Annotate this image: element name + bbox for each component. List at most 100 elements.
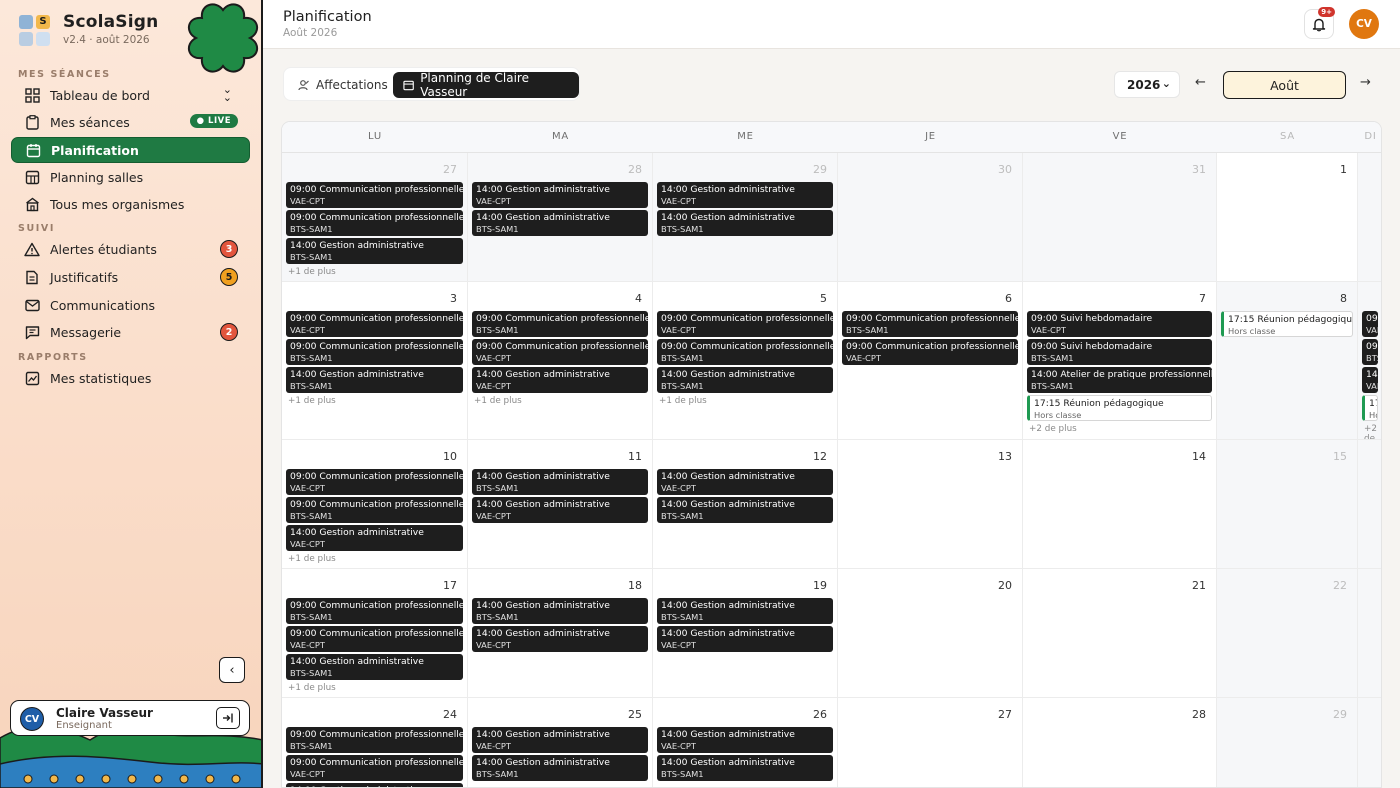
calendar-event[interactable]: 09:00 Communication professionnelle VAE-C… [286, 626, 463, 652]
day-cell[interactable]: 14 [1023, 440, 1217, 569]
day-cell[interactable]: 29 [1217, 698, 1358, 787]
month-button[interactable]: Août [1223, 71, 1346, 99]
calendar-event[interactable]: 14:00 Gestion administrative VAE-CPT [472, 497, 648, 523]
calendar-event[interactable]: 17:15Hors [1362, 395, 1378, 421]
calendar-event[interactable]: 14:00 Gestion administrative VAE-CPT [657, 469, 833, 495]
tab-affectations[interactable]: Affectations [288, 72, 398, 98]
calendar-event[interactable]: 09:00 Communication professionnelle BTS-S… [286, 339, 463, 365]
calendar-event[interactable]: 14:00 Gestion administrativeBTS-SAM1 [286, 238, 463, 264]
calendar-event[interactable]: 14:00 Gestion administrativeBTS-SAM1 [286, 654, 463, 680]
day-cell[interactable]: 1 [1217, 153, 1358, 282]
year-select[interactable]: 2026 ⌄ [1114, 71, 1180, 98]
calendar-event[interactable]: 09:00 Communication professionnelle VAE-C… [657, 311, 833, 337]
day-cell[interactable]: 28 [1023, 698, 1217, 787]
calendar-event[interactable]: 14:00 Gestion administrativeBTS-SAM1 [472, 755, 648, 781]
day-cell[interactable]: 3 09:00 Communication professionnelle VAE-… [282, 282, 468, 440]
day-cell[interactable]: 7 09:00 Suivi hebdomadaire VAE-CPT 09:00 Su… [1023, 282, 1217, 440]
calendar-event[interactable]: 09:00 Communication professionnelle BTS-S… [286, 497, 463, 523]
calendar-event[interactable]: 14:0VAE- [1362, 367, 1378, 393]
day-cell[interactable]: 6 09:00 Communication professionnelle BTS-… [838, 282, 1023, 440]
calendar-event[interactable]: 14:00 Gestion administrativeBTS-SAM1 [286, 783, 463, 787]
day-cell[interactable]: 10 09:00 Communication professionnelle VAE… [282, 440, 468, 569]
day-cell[interactable]: 27 09:00 Communication professionnelle VAE… [282, 153, 468, 282]
day-cell[interactable]: 24 09:00 Communication professionnelle BTS… [282, 698, 468, 787]
calendar-event[interactable]: 14:00 Gestion administrativeBTS-SAM1 [657, 497, 833, 523]
day-cell[interactable] [1358, 153, 1381, 282]
calendar-event[interactable]: 14:00 Gestion administrative VAE-CPT [657, 626, 833, 652]
calendar-event[interactable]: 09:00 Communication professionnelle BTS-S… [472, 311, 648, 337]
sidebar-item-tous-mes-organismes[interactable]: Tous mes organismes [11, 191, 250, 217]
day-cell[interactable]: 28 14:00 Gestion administrative VAE-CPT 14:… [468, 153, 653, 282]
sidebar-item-mes-statistiques[interactable]: Mes statistiques [11, 365, 250, 391]
calendar-event[interactable]: 14:00 Gestion administrative VAE-CPT [472, 367, 648, 393]
calendar-event[interactable]: 14:00 Gestion administrativeBTS-SAM1 [472, 210, 648, 236]
notifications-button[interactable]: 9+ [1304, 7, 1335, 39]
day-cell[interactable]: 5 09:00 Communication professionnelle VAE-… [653, 282, 838, 440]
calendar-event[interactable]: 14:00 Gestion administrative VAE-CPT [472, 626, 648, 652]
day-cell[interactable]: 09:00VAE- 09:0BTS- 14:0VAE- 17:15Hors +2 de [1358, 282, 1381, 440]
calendar-event[interactable]: 17:15 Réunion pédagogique Hors classe [1221, 311, 1353, 337]
more-events-link[interactable]: +1 de plus [474, 396, 522, 406]
calendar-event[interactable]: 09:00 Communication professionnelle BTS-S… [842, 311, 1018, 337]
day-cell[interactable]: 12 14:00 Gestion administrative VAE-CPT 14:… [653, 440, 838, 569]
sidebar-item-justificatifs[interactable]: Justificatifs 5 [11, 264, 250, 290]
day-cell[interactable]: 22 [1217, 569, 1358, 698]
more-events-link[interactable]: +1 de plus [288, 554, 336, 564]
calendar-event[interactable]: 09:00 Communication professionnelle VAE-C… [286, 469, 463, 495]
calendar-event[interactable]: 14:00 Gestion administrative VAE-CPT [657, 727, 833, 753]
calendar-event[interactable]: 09:00 Communication professionnelle VAE-C… [286, 311, 463, 337]
calendar-event[interactable]: 14:00 Gestion administrative VAE-CPT [472, 727, 648, 753]
chevron-down-icon[interactable]: ⌄ ⌄ [223, 84, 232, 103]
calendar-event[interactable]: 14:00 Gestion administrativeBTS-SAM1 [472, 469, 648, 495]
calendar-event[interactable]: 14:00 Gestion administrativeBTS-SAM1 [657, 755, 833, 781]
calendar-event[interactable]: 09:00 Communication professionnelle VAE-C… [842, 339, 1018, 365]
calendar-event[interactable]: 14:00 Gestion administrative VAE-CPT [472, 182, 648, 208]
calendar-event[interactable]: 09:00 Communication professionnelle BTS-S… [286, 598, 463, 624]
prev-month-button[interactable]: ← [1195, 75, 1206, 90]
day-cell[interactable] [1358, 698, 1381, 787]
calendar-event[interactable]: 09:00 Communication professionnelle BTS-S… [286, 210, 463, 236]
day-cell[interactable]: 20 [838, 569, 1023, 698]
sidebar-item-mes-seances[interactable]: Mes séances ● LIVE [11, 109, 250, 135]
calendar-event[interactable]: 09:00VAE- [1362, 311, 1378, 337]
sidebar-item-planning-salles[interactable]: Planning salles [11, 164, 250, 190]
sidebar-item-messagerie[interactable]: Messagerie 2 [11, 319, 250, 345]
more-events-link[interactable]: +2 de plus [1029, 424, 1077, 434]
sidebar-item-communications[interactable]: Communications [11, 292, 250, 318]
day-cell[interactable]: 26 14:00 Gestion administrative VAE-CPT 14:… [653, 698, 838, 787]
calendar-event[interactable]: 09:00 Communication professionnelle BTS-S… [286, 727, 463, 753]
calendar-event[interactable]: 09:0BTS- [1362, 339, 1378, 365]
day-cell[interactable]: 19 14:00 Gestion administrative BTS-SAM1 14… [653, 569, 838, 698]
day-cell[interactable] [1358, 440, 1381, 569]
day-cell[interactable]: 31 [1023, 153, 1217, 282]
day-cell[interactable]: 13 [838, 440, 1023, 569]
calendar-event[interactable]: 09:00 Suivi hebdomadaire BTS-SAM1 [1027, 339, 1212, 365]
day-cell[interactable]: 18 14:00 Gestion administrative BTS-SAM1 14… [468, 569, 653, 698]
avatar[interactable]: CV [1349, 9, 1379, 39]
more-events-link[interactable]: +2 de [1364, 424, 1381, 439]
day-cell[interactable]: 25 14:00 Gestion administrative VAE-CPT 14:… [468, 698, 653, 787]
sidebar-item-alertes-etudiants[interactable]: Alertes étudiants 3 [11, 236, 250, 262]
day-cell[interactable]: 27 [838, 698, 1023, 787]
calendar-event[interactable]: 14:00 Gestion administrativeBTS-SAM1 [472, 598, 648, 624]
more-events-link[interactable]: +1 de plus [288, 683, 336, 693]
day-cell[interactable]: 8 17:15 Réunion pédagogique Hors classe [1217, 282, 1358, 440]
calendar-event[interactable]: 09:00 Suivi hebdomadaire VAE-CPT [1027, 311, 1212, 337]
calendar-event[interactable]: 09:00 Communication professionnelle VAE-C… [472, 339, 648, 365]
tab-planning[interactable]: Planning de Claire Vasseur [393, 71, 579, 99]
sidebar-item-tableau-de-bord[interactable]: Tableau de bord ⌄ ⌄ [11, 82, 250, 108]
more-events-link[interactable]: +1 de plus [659, 396, 707, 406]
next-month-button[interactable]: → [1360, 75, 1371, 90]
day-cell[interactable]: 15 [1217, 440, 1358, 569]
day-cell[interactable]: 30 [838, 153, 1023, 282]
logout-button[interactable] [216, 707, 240, 729]
calendar-event[interactable]: 14:00 Gestion administrativeBTS-SAM1 [286, 367, 463, 393]
day-cell[interactable] [1358, 569, 1381, 698]
day-cell[interactable]: 21 [1023, 569, 1217, 698]
calendar-event[interactable]: 14:00 Atelier de pratique professionnell… [1027, 367, 1212, 393]
sidebar-item-planification[interactable]: Planification [11, 137, 250, 163]
day-cell[interactable]: 11 14:00 Gestion administrative BTS-SAM1 14… [468, 440, 653, 569]
calendar-event[interactable]: 14:00 Gestion administrative VAE-CPT [286, 525, 463, 551]
day-cell[interactable]: 4 09:00 Communication professionnelle BTS-… [468, 282, 653, 440]
calendar-event[interactable]: 09:00 Communication professionnelle VAE-C… [286, 182, 463, 208]
